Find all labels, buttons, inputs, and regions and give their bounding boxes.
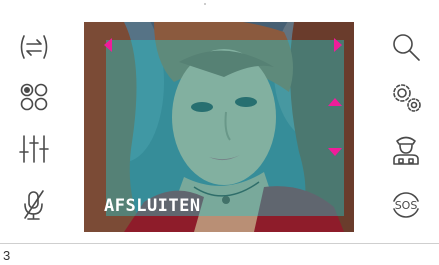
swap-arrows-icon <box>20 35 48 59</box>
video-view[interactable]: AFSLUITEN <box>84 22 354 232</box>
exit-button[interactable]: AFSLUITEN <box>104 196 201 216</box>
page-number: 3 <box>3 248 11 263</box>
sliders-icon <box>19 135 49 163</box>
switch-camera-button[interactable] <box>6 25 62 69</box>
camera-select-button[interactable] <box>6 75 62 119</box>
intercom-screen: AFSLUITEN SOS <box>0 0 439 244</box>
gears-icon <box>393 84 421 112</box>
concierge-icon <box>393 136 419 165</box>
pan-down-arrow[interactable] <box>328 148 342 156</box>
four-circles-icon <box>20 83 48 111</box>
sos-label: SOS <box>395 199 418 212</box>
settings-button[interactable] <box>378 75 434 119</box>
sos-icon: SOS <box>393 192 419 218</box>
pan-left-arrow[interactable] <box>104 38 112 52</box>
pan-right-arrow[interactable] <box>334 38 342 52</box>
pan-up-arrow[interactable] <box>328 98 342 106</box>
microphone-off-icon <box>24 190 44 220</box>
mute-microphone-button[interactable] <box>6 183 62 227</box>
sos-button[interactable]: SOS <box>378 183 434 227</box>
adjust-button[interactable] <box>6 127 62 171</box>
zoom-area-overlay[interactable] <box>104 38 344 216</box>
top-marker <box>204 3 206 5</box>
zoom-button[interactable] <box>378 25 434 69</box>
concierge-button[interactable] <box>378 127 434 171</box>
search-icon <box>393 34 420 61</box>
